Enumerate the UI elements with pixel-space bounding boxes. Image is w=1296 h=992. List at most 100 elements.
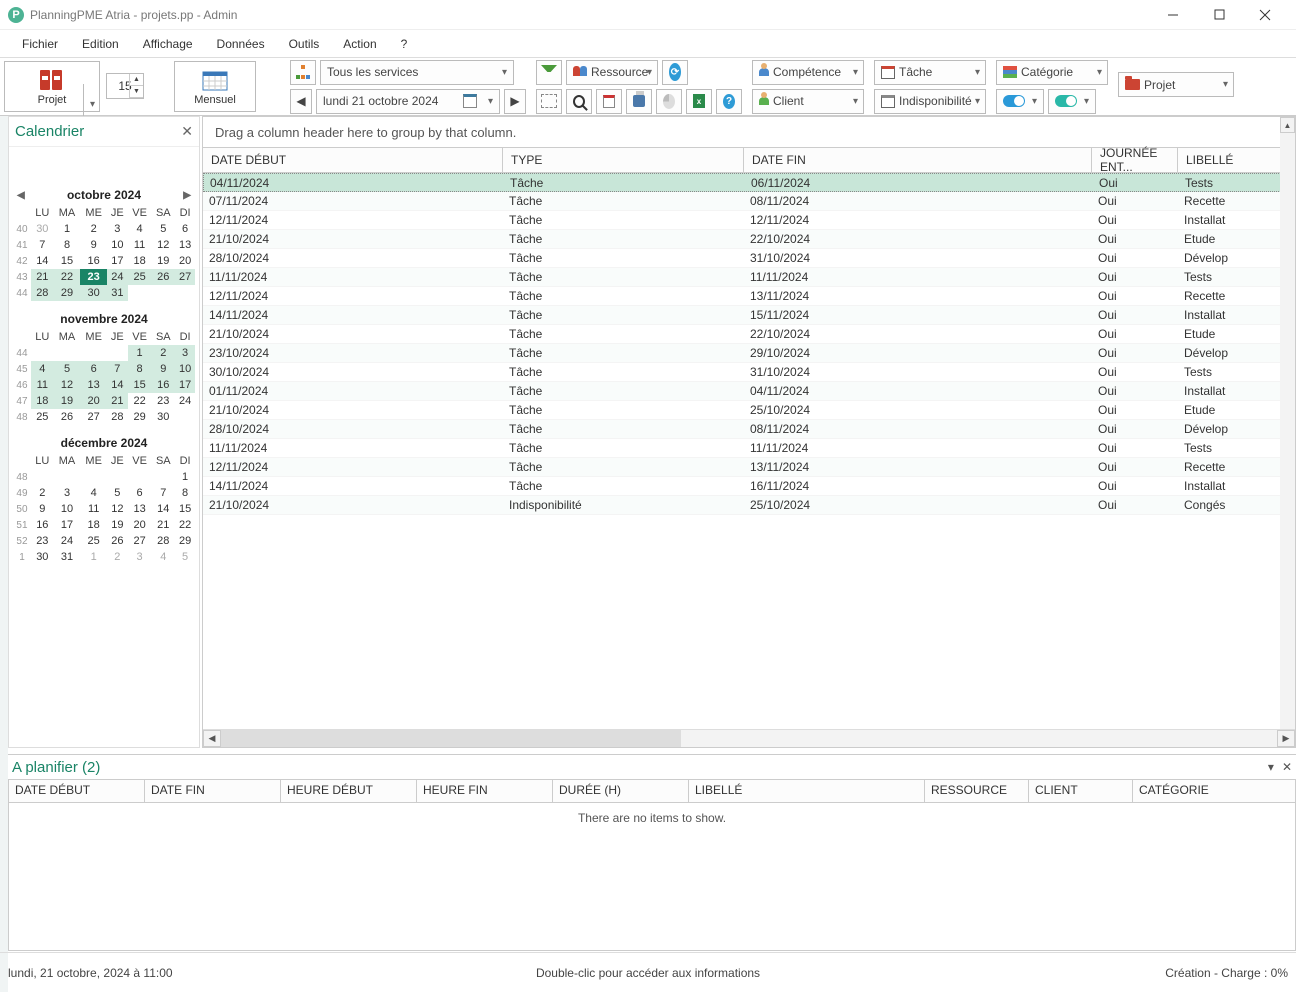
calendar-day[interactable]: 25 bbox=[31, 409, 54, 425]
date-prev-button[interactable]: ◀ bbox=[290, 89, 312, 114]
calendar-day[interactable]: 1 bbox=[128, 345, 152, 361]
pcol-heure-fin[interactable]: HEURE FIN bbox=[417, 780, 553, 802]
calendar-day[interactable]: 28 bbox=[31, 285, 54, 301]
calendar-day[interactable]: 29 bbox=[175, 533, 195, 549]
scroll-thumb[interactable] bbox=[221, 730, 681, 747]
calendar-day[interactable]: 16 bbox=[80, 253, 107, 269]
calendar-day[interactable]: 24 bbox=[54, 533, 81, 549]
table-row[interactable]: 21/10/2024Indisponibilité25/10/2024OuiCo… bbox=[203, 496, 1295, 515]
mini-calendar[interactable]: décembre 2024LUMAMEJEVESADI4814923456785… bbox=[13, 433, 195, 565]
table-row[interactable]: 14/11/2024Tâche16/11/2024OuiInstallat bbox=[203, 477, 1295, 496]
menu-outils[interactable]: Outils bbox=[279, 33, 330, 55]
calendar-day[interactable]: 20 bbox=[80, 393, 107, 409]
menu-donnes[interactable]: Données bbox=[207, 33, 275, 55]
search-button[interactable] bbox=[566, 89, 592, 114]
calendar-day[interactable]: 26 bbox=[151, 269, 175, 285]
table-row[interactable]: 12/11/2024Tâche12/11/2024OuiInstallat bbox=[203, 211, 1295, 230]
table-row[interactable]: 07/11/2024Tâche08/11/2024OuiRecette bbox=[203, 192, 1295, 211]
menu-[interactable]: ? bbox=[391, 33, 418, 55]
calendar-day[interactable]: 30 bbox=[151, 409, 175, 425]
ressource-combo[interactable]: Ressource bbox=[566, 60, 658, 85]
table-row[interactable]: 28/10/2024Tâche08/11/2024OuiDévelop bbox=[203, 420, 1295, 439]
calendar-day[interactable]: 3 bbox=[54, 485, 81, 501]
table-row[interactable]: 28/10/2024Tâche31/10/2024OuiDévelop bbox=[203, 249, 1295, 268]
tache-combo[interactable]: Tâche bbox=[874, 60, 986, 85]
service-combo[interactable]: Tous les services bbox=[320, 60, 514, 85]
table-row[interactable]: 30/10/2024Tâche31/10/2024OuiTests bbox=[203, 363, 1295, 382]
menu-fichier[interactable]: Fichier bbox=[12, 33, 68, 55]
menu-affichage[interactable]: Affichage bbox=[133, 33, 203, 55]
chart-button[interactable] bbox=[656, 89, 682, 114]
pcol-duree[interactable]: DURÉE (H) bbox=[553, 780, 689, 802]
month-next-icon[interactable]: ▶ bbox=[183, 190, 191, 201]
calendar-day[interactable]: 5 bbox=[151, 221, 175, 237]
calendar-day[interactable]: 15 bbox=[128, 377, 152, 393]
table-row[interactable]: 14/11/2024Tâche15/11/2024OuiInstallat bbox=[203, 306, 1295, 325]
calendar-day[interactable]: 20 bbox=[128, 517, 152, 533]
calendar-day[interactable]: 3 bbox=[175, 345, 195, 361]
col-type[interactable]: TYPE bbox=[503, 148, 744, 172]
calendar-day[interactable]: 19 bbox=[54, 393, 81, 409]
calendar-day[interactable]: 18 bbox=[31, 393, 54, 409]
calendar-day[interactable]: 4 bbox=[128, 221, 152, 237]
pcol-heure-debut[interactable]: HEURE DÉBUT bbox=[281, 780, 417, 802]
calendar-day[interactable]: 1 bbox=[80, 549, 107, 565]
calendar-day[interactable]: 7 bbox=[31, 237, 54, 253]
calendar-day[interactable]: 15 bbox=[54, 253, 81, 269]
table-row[interactable]: 21/10/2024Tâche22/10/2024OuiEtude bbox=[203, 230, 1295, 249]
help-button[interactable]: ? bbox=[716, 89, 742, 114]
calendar-day[interactable]: 27 bbox=[175, 269, 195, 285]
pcol-libelle[interactable]: LIBELLÉ bbox=[689, 780, 925, 802]
categorie-combo[interactable]: Catégorie bbox=[996, 60, 1108, 85]
filter-button[interactable] bbox=[536, 60, 562, 85]
calendar-day[interactable]: 21 bbox=[151, 517, 175, 533]
col-libelle[interactable]: LIBELLÉ bbox=[1178, 148, 1238, 172]
calendar-day[interactable]: 28 bbox=[151, 533, 175, 549]
scroll-up-icon[interactable]: ▲ bbox=[1280, 117, 1295, 133]
export-xls-button[interactable]: x bbox=[686, 89, 712, 114]
scroll-right-icon[interactable]: ▶ bbox=[1277, 730, 1295, 747]
calendar-day[interactable]: 30 bbox=[31, 221, 54, 237]
calendar-day[interactable]: 11 bbox=[128, 237, 152, 253]
grid-group-hint[interactable]: Drag a column header here to group by th… bbox=[203, 117, 1295, 147]
date-next-button[interactable]: ▶ bbox=[504, 89, 526, 114]
toggle2-combo[interactable]: ▾ bbox=[1048, 89, 1096, 114]
calendar-day[interactable]: 11 bbox=[80, 501, 107, 517]
v-scrollbar[interactable]: ▲ bbox=[1280, 117, 1295, 729]
calendar-day[interactable]: 6 bbox=[175, 221, 195, 237]
calendar-day[interactable]: 5 bbox=[175, 549, 195, 565]
hierarchy-button[interactable] bbox=[290, 60, 316, 85]
mini-calendar[interactable]: novembre 2024LUMAMEJEVESADI4412345456789… bbox=[13, 309, 195, 425]
calendar-day[interactable]: 5 bbox=[54, 361, 81, 377]
table-row[interactable]: 11/11/2024Tâche11/11/2024OuiTests bbox=[203, 268, 1295, 287]
calendar-day[interactable]: 18 bbox=[80, 517, 107, 533]
month-prev-icon[interactable]: ◀ bbox=[17, 190, 25, 201]
scroll-left-icon[interactable]: ◀ bbox=[203, 730, 221, 747]
calendar-day[interactable]: 2 bbox=[151, 345, 175, 361]
minimize-button[interactable] bbox=[1150, 0, 1196, 30]
calendar-day[interactable]: 4 bbox=[80, 485, 107, 501]
calendar-day[interactable]: 15 bbox=[175, 501, 195, 517]
calendar-day[interactable]: 2 bbox=[80, 221, 107, 237]
pcol-categorie[interactable]: CATÉGORIE bbox=[1133, 780, 1295, 802]
calendar-day[interactable]: 31 bbox=[107, 285, 128, 301]
calendar-day[interactable]: 10 bbox=[107, 237, 128, 253]
calendar-day[interactable]: 17 bbox=[175, 377, 195, 393]
table-row[interactable]: 23/10/2024Tâche29/10/2024OuiDévelop bbox=[203, 344, 1295, 363]
calendar-day[interactable]: 9 bbox=[80, 237, 107, 253]
panel-close-icon[interactable]: ✕ bbox=[1282, 760, 1292, 774]
calendar-day[interactable]: 12 bbox=[151, 237, 175, 253]
calendar-day[interactable]: 7 bbox=[151, 485, 175, 501]
table-row[interactable]: 01/11/2024Tâche04/11/2024OuiInstallat bbox=[203, 382, 1295, 401]
calendar-day[interactable]: 13 bbox=[175, 237, 195, 253]
calendar-day[interactable]: 1 bbox=[175, 469, 195, 485]
calendar-day[interactable]: 16 bbox=[151, 377, 175, 393]
calendar-day[interactable]: 26 bbox=[107, 533, 128, 549]
calendar-day[interactable]: 6 bbox=[80, 361, 107, 377]
calendar-day[interactable]: 12 bbox=[107, 501, 128, 517]
calendar-day[interactable]: 23 bbox=[31, 533, 54, 549]
calendar-day[interactable]: 2 bbox=[31, 485, 54, 501]
calendar-day[interactable]: 17 bbox=[107, 253, 128, 269]
calendar-day[interactable]: 10 bbox=[54, 501, 81, 517]
calendar-day[interactable]: 29 bbox=[128, 409, 152, 425]
